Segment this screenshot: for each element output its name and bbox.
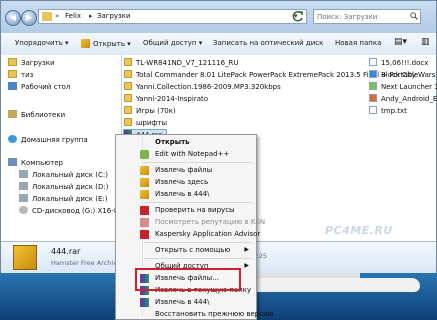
menu-item-kaspersky-advisor[interactable]: Kaspersky Application Advisor <box>118 229 260 240</box>
list-item[interactable]: tmp.txt <box>369 106 407 116</box>
menu-item-edit-notepad[interactable]: Edit with Notepad++ <box>118 149 254 160</box>
archiver-icon <box>140 178 149 187</box>
back-button[interactable]: ◀ <box>5 10 21 26</box>
list-item[interactable]: Yanni.Collection.1986-2009.MP3.320kbps <box>124 82 281 92</box>
chevron-right-icon: » <box>55 12 60 20</box>
menu-item-extract-files[interactable]: Извлечь файлы <box>118 165 254 176</box>
highlight-annotation <box>135 268 241 291</box>
refresh-icon[interactable] <box>290 9 306 24</box>
chevron-right-icon: ▸ <box>89 12 93 20</box>
sidebar-item-tiz[interactable]: тиз <box>8 70 33 79</box>
menu-separator <box>144 258 252 259</box>
sidebar-item-desktop[interactable]: Рабочий стол <box>8 82 70 91</box>
notepad-icon <box>140 150 149 159</box>
menu-item-extract-to-444[interactable]: Извлечь в 444\ <box>118 189 254 200</box>
folder-icon <box>42 12 52 21</box>
view-options-icon[interactable]: ▤▾ <box>394 37 407 47</box>
computer-icon <box>8 158 17 166</box>
list-item[interactable]: шрифты <box>124 118 167 128</box>
list-item[interactable]: Игры (70к) <box>124 106 176 116</box>
archiver-icon <box>13 245 37 270</box>
address-bar[interactable]: » Felix ▸ Загрузки ▾ <box>38 9 307 24</box>
archiver-icon <box>140 166 149 175</box>
menu-item-ksn-reputation[interactable]: Посмотреть репутацию в KSN <box>118 217 265 228</box>
kaspersky-icon <box>140 230 149 239</box>
share-button[interactable]: Общий доступ ▾ <box>143 39 202 47</box>
forward-button[interactable]: ▶ <box>21 10 37 26</box>
list-item[interactable]: Andy_Android_Emu <box>369 94 437 104</box>
folder-icon <box>124 94 132 102</box>
sidebar-item-drive-c[interactable]: Локальный диск (C:) <box>19 170 108 179</box>
menu-item-scan-viruses[interactable]: Проверить на вирусы <box>118 205 254 216</box>
text-file-icon <box>369 106 377 114</box>
cd-drive-icon <box>19 206 28 214</box>
folder-icon <box>124 82 132 90</box>
folder-icon <box>8 70 17 78</box>
folder-icon <box>124 118 132 126</box>
menu-item-winrar-extract-to-444[interactable]: Извлечь в 444\ <box>118 297 254 308</box>
drive-icon <box>19 182 28 190</box>
open-button[interactable]: Открыть ▾ <box>81 39 131 48</box>
burn-button[interactable]: Записать на оптический диск <box>213 39 323 47</box>
libraries-icon <box>8 110 17 118</box>
sidebar-item-computer[interactable]: Компьютер <box>8 158 63 167</box>
menu-separator <box>144 242 252 243</box>
homegroup-icon <box>8 135 17 143</box>
winrar-icon <box>140 298 149 307</box>
folder-icon <box>124 58 132 66</box>
word-document-icon <box>369 58 377 66</box>
menu-separator <box>144 202 252 203</box>
context-menu: Открыть Edit with Notepad++ Извлечь файл… <box>115 134 274 320</box>
archiver-icon <box>81 39 90 48</box>
menu-item-extract-here[interactable]: Извлечь здесь <box>118 177 254 188</box>
list-item[interactable]: Next Launcher 3D 11 <box>369 82 437 92</box>
sidebar-item-drive-d[interactable]: Локальный диск (D:) <box>19 182 108 191</box>
new-folder-button[interactable]: Новая папка <box>335 39 381 47</box>
folder-icon <box>124 70 132 78</box>
sidebar-item-downloads[interactable]: Загрузки <box>8 58 55 67</box>
menu-item-open[interactable]: Открыть <box>118 137 254 148</box>
search-box[interactable] <box>313 9 421 24</box>
kaspersky-icon <box>140 218 149 227</box>
preview-pane-icon[interactable]: ▥ <box>421 37 430 47</box>
breadcrumb-downloads[interactable]: Загрузки <box>97 12 131 20</box>
chevron-right-icon: ▶ <box>244 246 249 253</box>
list-item[interactable]: 15,06!!!.docx <box>369 58 428 68</box>
details-file-name: 444.rar <box>51 247 81 256</box>
sidebar-item-cd-drive[interactable]: CD-дисковод (G:) X16-8 <box>19 206 118 215</box>
drive-icon <box>19 170 28 178</box>
downloads-folder-icon <box>8 58 17 66</box>
yacht-wallpaper <box>230 278 420 292</box>
search-input[interactable] <box>314 10 415 23</box>
sidebar-item-drive-e[interactable]: Локальный диск (E:) <box>19 194 107 203</box>
watermark: PC4ME.RU <box>325 224 393 237</box>
archiver-icon <box>140 190 149 199</box>
command-bar: Упорядочить ▾ Открыть ▾ Общий доступ ▾ З… <box>1 33 436 56</box>
list-item[interactable]: TL-WR841ND_V7_121116_RU <box>124 58 239 68</box>
app-icon <box>369 82 377 90</box>
drive-icon <box>19 194 28 202</box>
desktop-icon <box>8 82 17 90</box>
details-file-type: Hamster Free Archiver <box>51 259 124 267</box>
organize-button[interactable]: Упорядочить ▾ <box>15 39 69 47</box>
breadcrumb-felix[interactable]: Felix <box>65 12 81 20</box>
menu-item-open-with[interactable]: Открыть с помощью ▶ <box>118 245 254 256</box>
menu-item-restore-previous[interactable]: Восстановить прежнюю версию <box>118 309 274 320</box>
search-icon <box>410 12 418 20</box>
installer-icon <box>369 94 377 102</box>
folder-icon <box>124 106 132 114</box>
kaspersky-icon <box>140 206 149 215</box>
menu-separator <box>144 162 252 163</box>
chevron-right-icon: ▶ <box>244 262 249 269</box>
list-item[interactable]: Yanni-2014-Inspirato <box>124 94 208 104</box>
title-bar: ◀ ▶ » Felix ▸ Загрузки ▾ <box>1 1 436 33</box>
app-icon <box>369 70 377 78</box>
sidebar-item-libraries[interactable]: Библиотеки <box>8 110 65 119</box>
sidebar-item-homegroup[interactable]: Домашняя группа <box>8 135 88 144</box>
list-item[interactable]: Block City Wars1111 <box>369 70 437 80</box>
navigation-pane: Загрузки тиз Рабочий стол Библиотеки Дом… <box>1 55 122 241</box>
